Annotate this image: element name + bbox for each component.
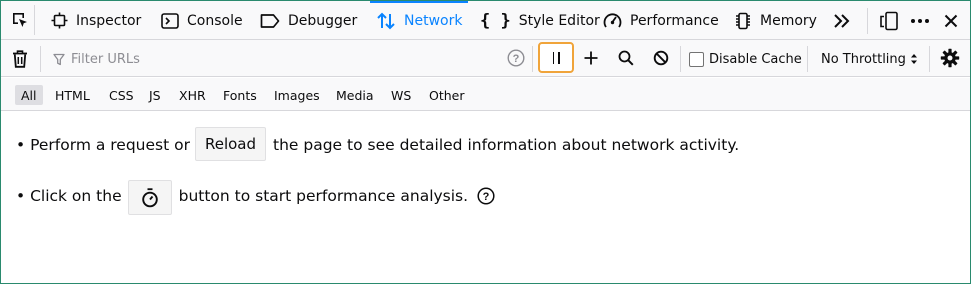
network-settings-button[interactable] [938,47,962,69]
type-filter-fonts[interactable]: Fonts [217,85,263,105]
tab-label: Inspector [76,12,142,29]
network-icon [377,12,395,29]
inspector-icon [51,12,68,29]
filter-icon [53,53,65,65]
filter-help-button[interactable]: ? [506,48,526,68]
divider [40,46,41,72]
stopwatch-icon [141,187,158,207]
type-filter-images[interactable]: Images [268,85,326,105]
type-filter-js[interactable]: JS [143,85,167,105]
type-filter-all[interactable]: All [15,85,43,105]
performance-icon [603,13,622,28]
tab-label: Style Editor [518,12,600,29]
tab-label: Console [187,12,243,29]
svg-text:?: ? [483,191,490,203]
help-icon: ? [507,49,525,67]
devtools-window: Inspector Console Debugger Network { } S… [0,0,971,284]
disable-cache-label: Disable Cache [709,51,802,67]
devtools-tab-bar: Inspector Console Debugger Network { } S… [1,1,970,40]
reload-button[interactable]: Reload [194,127,267,161]
network-toolbar: ? Disable Cache [1,40,970,77]
type-filter-css[interactable]: CSS [103,85,140,105]
tab-debugger[interactable]: Debugger [260,1,357,40]
search-icon [618,50,634,66]
pause-button[interactable] [538,42,574,73]
notice-text: • Click on the [16,186,122,205]
chevron-double-right-icon [834,14,850,28]
divider [532,46,533,72]
notice-text: the page to see detailed information abo… [273,136,740,154]
filter-urls-input[interactable] [71,51,491,67]
console-icon [161,12,179,29]
notice-text: button to start performance analysis. [178,186,469,205]
responsive-design-icon [880,11,898,31]
tab-label: Debugger [288,12,358,29]
close-icon [944,14,958,28]
tab-console[interactable]: Console [161,1,243,40]
divider [867,8,868,34]
request-type-filter-bar: All HTML CSS JS XHR Fonts Images Media W… [1,78,970,111]
tab-style-editor[interactable]: { } Style Editor [480,1,600,40]
tab-performance[interactable]: Performance [603,1,719,40]
throttling-select[interactable]: No Throttling [821,49,918,69]
debugger-icon [260,13,280,28]
divider [929,46,930,72]
start-performance-button[interactable] [127,180,172,215]
type-filter-other[interactable]: Other [423,85,471,105]
element-picker-button[interactable] [5,5,35,35]
new-request-button[interactable] [581,48,601,68]
throttling-value: No Throttling [821,51,906,67]
ellipsis-icon [911,19,929,23]
svg-text:?: ? [513,53,520,65]
search-button[interactable] [616,48,636,68]
notice-line-performance: • Click on the button to start performan… [16,178,495,215]
notice-text: • Perform a request or [16,136,190,154]
style-editor-icon: { } [480,10,511,31]
divider [680,46,681,72]
pause-icon-bar [558,51,560,64]
type-filter-ws[interactable]: WS [385,85,417,105]
gear-icon [940,48,960,68]
responsive-design-button[interactable] [877,9,901,33]
type-filter-media[interactable]: Media [330,85,380,105]
element-picker-icon [12,13,27,27]
more-tabs-button[interactable] [829,9,855,33]
disable-cache-checkbox[interactable] [689,51,704,67]
notice-line-reload: • Perform a request or Reload the page t… [16,127,740,162]
filter-urls[interactable] [53,49,491,69]
close-toolbox-button[interactable] [939,9,963,33]
tab-label: Network [404,12,463,29]
tab-memory[interactable]: Memory [734,1,817,40]
memory-icon [736,12,750,29]
help-icon: ? [477,186,495,205]
dropdown-arrows-icon [910,54,917,64]
pause-icon-bar [552,51,554,64]
type-filter-xhr[interactable]: XHR [173,85,212,105]
disable-cache-toggle[interactable]: Disable Cache [689,49,802,69]
tab-label: Performance [630,12,719,29]
plus-icon [584,51,598,65]
divider [807,46,808,72]
more-options-button[interactable] [907,9,933,33]
block-icon [653,50,669,66]
performance-help-button[interactable]: ? [477,186,495,205]
type-filter-html[interactable]: HTML [49,85,96,105]
tab-network[interactable]: Network [369,1,469,40]
tab-inspector[interactable]: Inspector [51,1,141,40]
trash-icon [13,50,27,68]
tab-label: Memory [760,12,817,29]
request-blocking-button[interactable] [651,48,671,68]
clear-button[interactable] [7,46,33,72]
